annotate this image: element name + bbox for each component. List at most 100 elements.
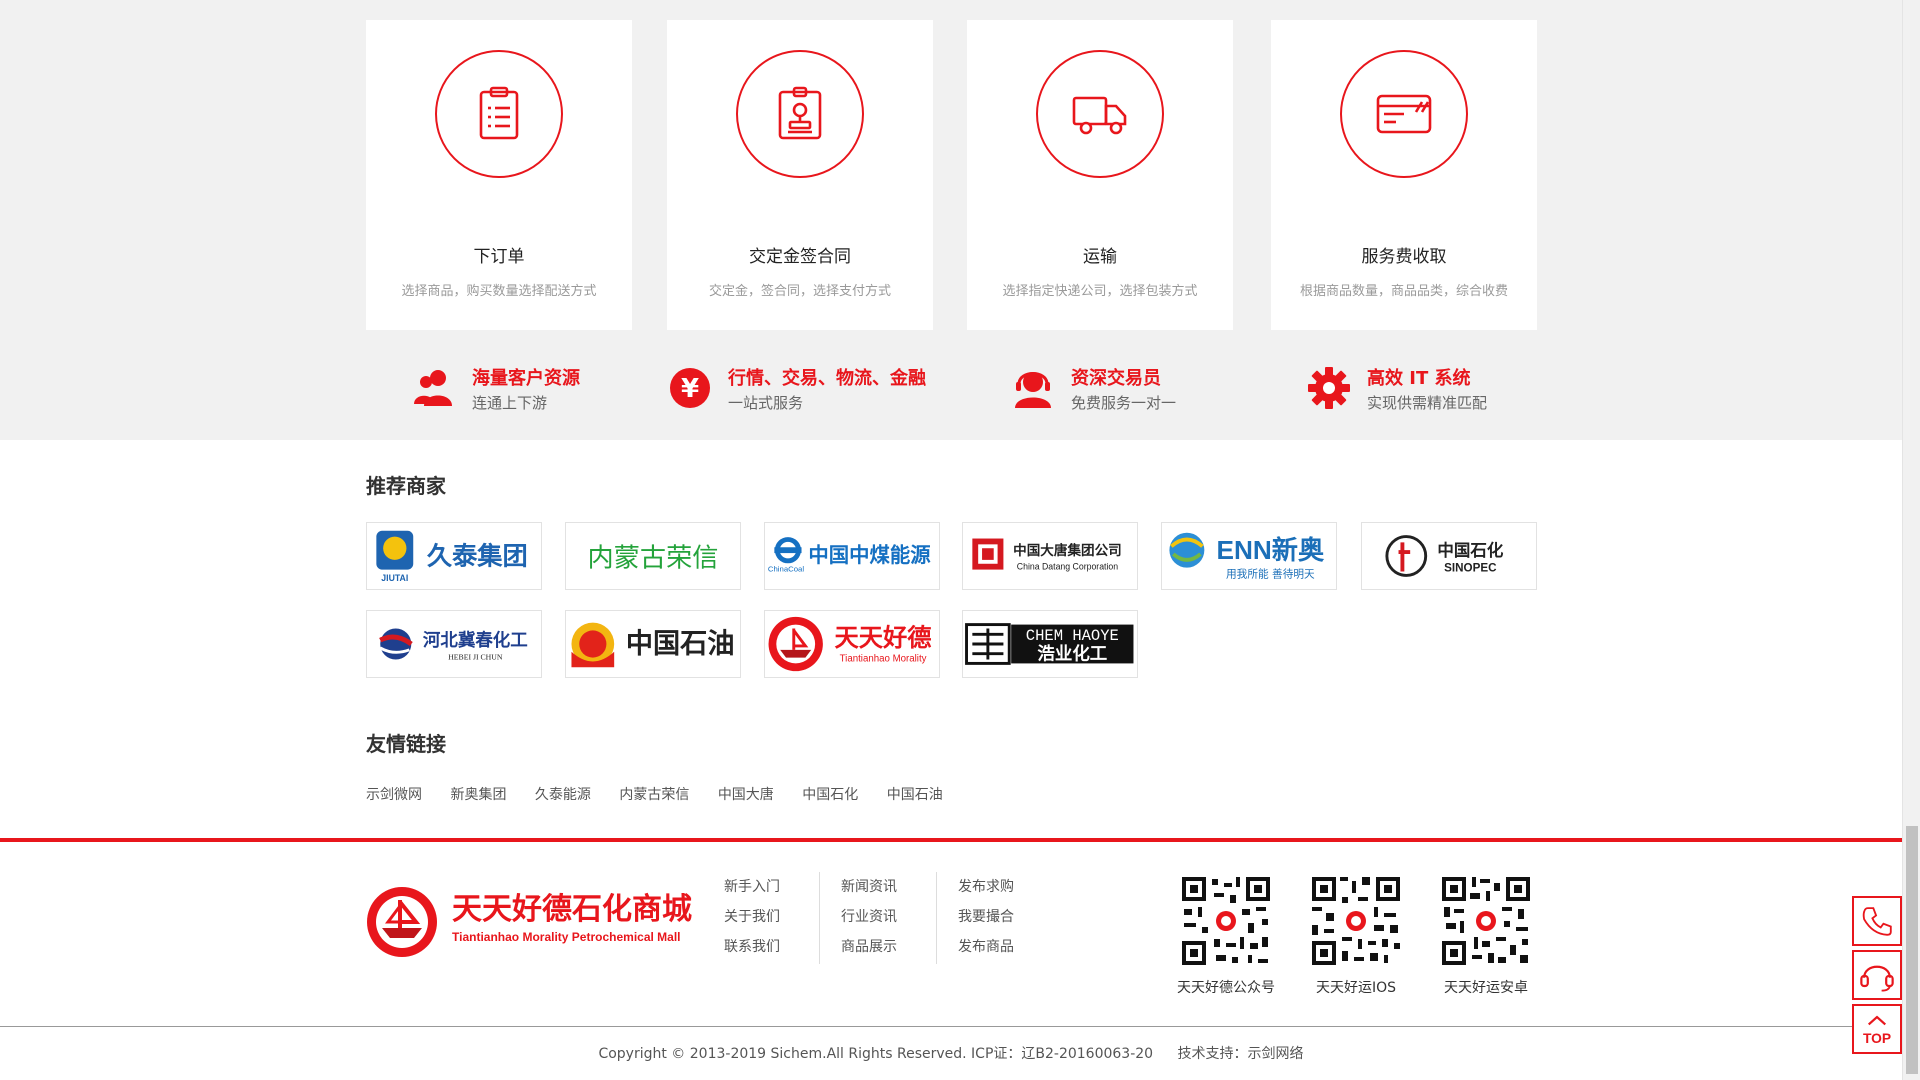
feature-title: 行情、交易、物流、金融 bbox=[728, 368, 926, 389]
headset-agent-icon bbox=[1015, 372, 1051, 408]
step-circle bbox=[736, 50, 864, 178]
step-title: 下订单 bbox=[473, 247, 525, 267]
merchant-logo-hebei-jichun[interactable]: 河北冀春化工 HEBEI JI CHUN bbox=[366, 610, 542, 678]
copyright-text: Copyright © 2013-2019 Sichem.All Rights … bbox=[598, 1046, 1154, 1062]
tiantianhaode-logo: 天天好德 Tiantianhao Morality bbox=[768, 616, 932, 672]
svg-text:中国石化: 中国石化 bbox=[1437, 540, 1504, 560]
svg-text:用我所能 善待明天: 用我所能 善待明天 bbox=[1226, 567, 1315, 580]
enn-logo: ENN新奥 用我所能 善待明天 bbox=[1169, 532, 1325, 580]
tech-support-link[interactable]: 技术支持：示剑网络 bbox=[1178, 1046, 1304, 1062]
scrollbar-thumb[interactable] bbox=[1906, 826, 1918, 1074]
petrochina-logo: 中国石油 bbox=[571, 622, 735, 668]
jichun-logo: 河北冀春化工 HEBEI JI CHUN bbox=[379, 628, 528, 662]
merchant-logo-datang[interactable]: 中国大唐集团公司 China Datang Corporation bbox=[962, 522, 1138, 590]
merchant-logo-sinopec[interactable]: 中国石化 SINOPEC bbox=[1361, 522, 1537, 590]
qr-code-icon bbox=[1438, 873, 1534, 969]
mall-logo: 天天好德石化商城 Tiantianhao Morality Petrochemi… bbox=[367, 887, 692, 957]
chinacoal-logo: ChinaCoal 中国中煤能源 bbox=[768, 537, 931, 574]
back-to-top-button[interactable]: TOP bbox=[1852, 1004, 1902, 1054]
svg-text:久泰集团: 久泰集团 bbox=[427, 542, 528, 571]
sinopec-logo: 中国石化 SINOPEC bbox=[1385, 535, 1504, 577]
step-desc: 选择商品，购买数量选择配送方式 bbox=[401, 284, 597, 299]
headset-icon bbox=[1860, 965, 1894, 992]
friend-link[interactable]: 中国大唐 bbox=[718, 784, 774, 804]
footer-link[interactable]: 新手入门 bbox=[724, 872, 819, 902]
friend-link[interactable]: 示剑微网 bbox=[366, 784, 422, 804]
arrow-up-icon: TOP bbox=[1863, 1015, 1891, 1046]
footer-link[interactable]: 行业资讯 bbox=[841, 902, 936, 932]
jiutai-logo: JIUTAI 久泰集团 bbox=[376, 530, 528, 583]
truck-icon bbox=[1072, 96, 1127, 135]
merchant-logo-chinacoal[interactable]: ChinaCoal 中国中煤能源 bbox=[764, 522, 940, 590]
merchant-logo-tiantianhaode[interactable]: 天天好德 Tiantianhao Morality bbox=[764, 610, 940, 678]
merchant-logo-haoye[interactable]: CHEM HAOYE 浩业化工 bbox=[962, 610, 1138, 678]
merchant-logo-rongxin[interactable]: 内蒙古荣信 bbox=[565, 522, 741, 590]
merchant-logo-jiutai[interactable]: JIUTAI 久泰集团 bbox=[366, 522, 542, 590]
footer-link[interactable]: 新闻资讯 bbox=[841, 872, 936, 902]
qr-code-icon bbox=[1308, 873, 1404, 969]
footer-links-col-1: 新手入门 关于我们 联系我们 bbox=[724, 872, 820, 964]
qr-wechat: 天天好德公众号 bbox=[1176, 873, 1276, 997]
footer-link[interactable]: 商品展示 bbox=[841, 932, 936, 962]
feature-title: 海量客户资源 bbox=[472, 368, 580, 389]
svg-text:中国石油: 中国石油 bbox=[626, 629, 735, 660]
step-card-deposit[interactable]: 交定金签合同 交定金，签合同，选择支付方式 bbox=[667, 20, 933, 330]
friend-link[interactable]: 中国石化 bbox=[802, 784, 858, 804]
step-desc: 选择指定快递公司，选择包装方式 bbox=[1002, 284, 1198, 299]
qr-ios: 天天好运IOS bbox=[1306, 873, 1406, 997]
svg-text:JIUTAI: JIUTAI bbox=[381, 573, 408, 583]
merchants-title: 推荐商家 bbox=[366, 474, 446, 498]
footer-link[interactable]: 发布商品 bbox=[958, 932, 1054, 962]
qr-label: 天天好运安卓 bbox=[1444, 980, 1528, 996]
friend-link[interactable]: 久泰能源 bbox=[535, 784, 591, 804]
step-circle bbox=[435, 50, 563, 178]
footer-links-col-3: 发布求购 我要撮合 发布商品 bbox=[958, 872, 1054, 964]
svg-text:CHEM HAOYE: CHEM HAOYE bbox=[1026, 627, 1119, 645]
datang-logo: 中国大唐集团公司 China Datang Corporation bbox=[972, 538, 1122, 572]
footer-divider bbox=[0, 1026, 1902, 1027]
merchant-logo-petrochina[interactable]: 中国石油 bbox=[565, 610, 741, 678]
step-circle bbox=[1340, 50, 1468, 178]
friend-link[interactable]: 新奥集团 bbox=[450, 784, 506, 804]
phone-icon bbox=[1862, 907, 1892, 936]
contract-stamp-icon bbox=[778, 86, 822, 140]
merchant-logo-enn[interactable]: ENN新奥 用我所能 善待明天 bbox=[1161, 522, 1337, 590]
footer-link[interactable]: 我要撮合 bbox=[958, 902, 1054, 932]
step-card-service-fee[interactable]: 服务费收取 根据商品数量，商品品类，综合收费 bbox=[1271, 20, 1537, 330]
svg-text:¥: ¥ bbox=[681, 374, 699, 404]
friend-link[interactable]: 中国石油 bbox=[887, 784, 943, 804]
step-card-order[interactable]: 下订单 选择商品，购买数量选择配送方式 bbox=[366, 20, 632, 330]
feature-sub: 连通上下游 bbox=[472, 394, 548, 412]
footer-link[interactable]: 发布求购 bbox=[958, 872, 1054, 902]
users-icon bbox=[414, 370, 452, 406]
credit-card-icon bbox=[1376, 94, 1432, 134]
step-desc: 交定金，签合同，选择支付方式 bbox=[708, 284, 891, 299]
feature-sub: 一站式服务 bbox=[728, 394, 804, 412]
step-desc: 根据商品数量，商品品类，综合收费 bbox=[1299, 284, 1508, 299]
page-scrollbar[interactable] bbox=[1902, 0, 1920, 1080]
svg-text:Tiantianhao Morality Petrochem: Tiantianhao Morality Petrochemical Mall bbox=[452, 930, 681, 944]
step-title: 服务费收取 bbox=[1361, 247, 1447, 267]
feature-title: 资深交易员 bbox=[1071, 368, 1161, 389]
footer-red-divider bbox=[0, 838, 1902, 842]
qr-android: 天天好运安卓 bbox=[1436, 873, 1536, 997]
feature-title: 高效 IT 系统 bbox=[1367, 368, 1471, 389]
feature-sub: 免费服务一对一 bbox=[1071, 394, 1177, 412]
phone-button[interactable] bbox=[1852, 896, 1902, 946]
footer-link[interactable]: 关于我们 bbox=[724, 902, 819, 932]
svg-text:内蒙古荣信: 内蒙古荣信 bbox=[588, 544, 719, 574]
links-title: 友情链接 bbox=[366, 732, 446, 756]
customer-service-button[interactable] bbox=[1852, 950, 1902, 1000]
friend-link[interactable]: 内蒙古荣信 bbox=[619, 784, 689, 804]
step-card-transport[interactable]: 运输 选择指定快递公司，选择包装方式 bbox=[967, 20, 1233, 330]
svg-text:中国中煤能源: 中国中煤能源 bbox=[808, 543, 931, 567]
friend-links: 示剑微网 新奥集团 久泰能源 内蒙古荣信 中国大唐 中国石化 中国石油 bbox=[366, 784, 967, 804]
qr-label: 天天好运IOS bbox=[1315, 980, 1397, 996]
footer-logo[interactable]: 天天好德石化商城 Tiantianhao Morality Petrochemi… bbox=[366, 884, 711, 960]
step-title: 交定金签合同 bbox=[749, 247, 851, 267]
svg-text:浩业化工: 浩业化工 bbox=[1037, 644, 1107, 665]
step-title: 运输 bbox=[1083, 247, 1117, 267]
svg-text:天天好德: 天天好德 bbox=[835, 623, 932, 652]
clipboard-list-icon bbox=[479, 86, 519, 140]
footer-link[interactable]: 联系我们 bbox=[724, 932, 819, 962]
